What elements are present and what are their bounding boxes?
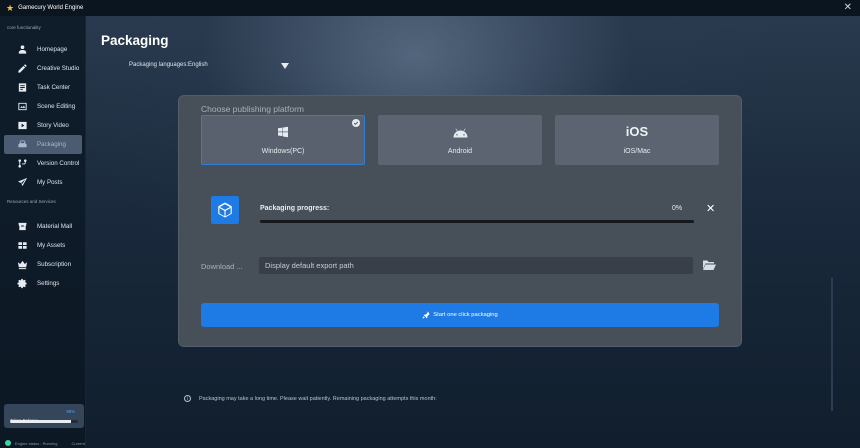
platform-name: iOS/Mac	[623, 148, 651, 155]
sidebar-item-creative-studio[interactable]: Creative Studio	[4, 59, 82, 78]
start-packaging-label: Start one click packaging	[433, 312, 498, 318]
cancel-packaging-close-icon[interactable]: ✕	[706, 204, 715, 215]
info-icon: i	[184, 395, 191, 402]
app-logo-star-icon: ★	[6, 3, 15, 13]
sidebar-item-scene-editing[interactable]: Scene Editing	[4, 97, 82, 116]
window-close-icon[interactable]: ✕	[844, 0, 852, 16]
progress-label: Packaging progress:	[260, 205, 330, 212]
packaging-notice: i Packaging may take a long time. Please…	[184, 395, 437, 402]
sidebar: core functionality Homepage Creative Stu…	[0, 16, 86, 448]
sidebar-item-label: Material Mall	[37, 223, 73, 230]
progress-bar	[260, 220, 694, 223]
engine-status-text: Engine status : Running	[15, 440, 58, 446]
send-icon	[17, 177, 28, 188]
page-title: Packaging	[101, 33, 169, 48]
platform-name: Windows(PC)	[261, 148, 305, 155]
platform-option-windows[interactable]: Windows(PC)	[201, 115, 365, 165]
sidebar-item-packaging[interactable]: Packaging	[4, 135, 82, 154]
language-dropdown-arrow-icon[interactable]	[281, 63, 289, 69]
android-icon	[452, 125, 469, 139]
section-label-resources: Resources and Services	[7, 199, 56, 204]
platform-section-title: Choose publishing platform	[201, 104, 305, 114]
windows-icon	[277, 125, 289, 139]
scrollbar[interactable]	[831, 278, 833, 411]
scene-icon	[17, 101, 28, 112]
assets-icon	[17, 240, 28, 251]
sidebar-item-label: Creative Studio	[37, 65, 80, 72]
store-icon	[17, 221, 28, 232]
selected-check-icon	[352, 119, 360, 127]
start-packaging-button[interactable]: Start one click packaging	[201, 303, 719, 327]
sidebar-item-my-posts[interactable]: My Posts	[4, 173, 82, 192]
package-box-icon	[211, 196, 239, 224]
token-balance-bar-fill	[10, 420, 72, 423]
packaging-panel: Choose publishing platform Windows(PC) A…	[178, 95, 742, 347]
sidebar-item-label: My Posts	[37, 179, 63, 186]
sidebar-item-label: Scene Editing	[37, 103, 76, 110]
crown-icon	[17, 259, 28, 270]
platform-name: Android	[447, 148, 473, 155]
gear-icon	[17, 278, 28, 289]
export-path-input[interactable]	[259, 257, 693, 274]
download-label: Download ...	[201, 262, 243, 271]
sidebar-item-label: Story Video	[37, 122, 69, 129]
main-content: Packaging Packaging languages:English Ch…	[86, 16, 860, 448]
sidebar-item-label: Packaging	[37, 141, 66, 148]
branch-icon	[17, 158, 28, 169]
progress-percent: 0%	[672, 205, 683, 212]
sidebar-item-version-control[interactable]: Version Control	[4, 154, 82, 173]
rocket-icon	[422, 311, 430, 319]
sidebar-item-task-center[interactable]: Task Center	[4, 78, 82, 97]
notice-text: Packaging may take a long time. Please w…	[199, 395, 437, 402]
task-icon	[17, 82, 28, 93]
sidebar-item-material-mall[interactable]: Material Mall	[4, 217, 82, 236]
sidebar-item-label: My Assets	[37, 242, 66, 249]
section-label-core: core functionality	[7, 25, 41, 30]
folder-open-icon[interactable]	[702, 259, 716, 271]
sidebar-item-label: Version Control	[37, 160, 80, 167]
token-balance-value: 98%	[66, 409, 75, 414]
token-balance-bar	[10, 420, 78, 423]
platform-option-ios[interactable]: iOS iOS/Mac	[555, 115, 719, 165]
status-running-dot-icon	[5, 440, 11, 446]
packaging-language-select[interactable]: Packaging languages:English	[129, 62, 208, 68]
sidebar-item-subscription[interactable]: Subscription	[4, 255, 82, 274]
ios-icon: iOS	[626, 125, 648, 139]
ios-icon-text: iOS	[625, 124, 649, 139]
title-bar: ★ Gamecury World Engine ✕	[0, 0, 860, 16]
app-title: Gamecury World Engine	[18, 5, 84, 11]
sidebar-item-label: Task Center	[37, 84, 71, 91]
sidebar-item-label: Subscription	[37, 261, 72, 268]
sidebar-item-settings[interactable]: Settings	[4, 274, 82, 293]
sidebar-item-label: Homepage	[37, 46, 68, 53]
video-icon	[17, 120, 28, 131]
home-icon	[17, 44, 28, 55]
token-balance-card: Token Balance 98%	[4, 404, 84, 428]
package-icon	[17, 139, 28, 150]
pen-icon	[17, 63, 28, 74]
platform-option-android[interactable]: Android	[378, 115, 542, 165]
sidebar-item-homepage[interactable]: Homepage	[4, 40, 82, 59]
sidebar-item-my-assets[interactable]: My Assets	[4, 236, 82, 255]
sidebar-item-story-video[interactable]: Story Video	[4, 116, 82, 135]
sidebar-item-label: Settings	[37, 280, 60, 287]
